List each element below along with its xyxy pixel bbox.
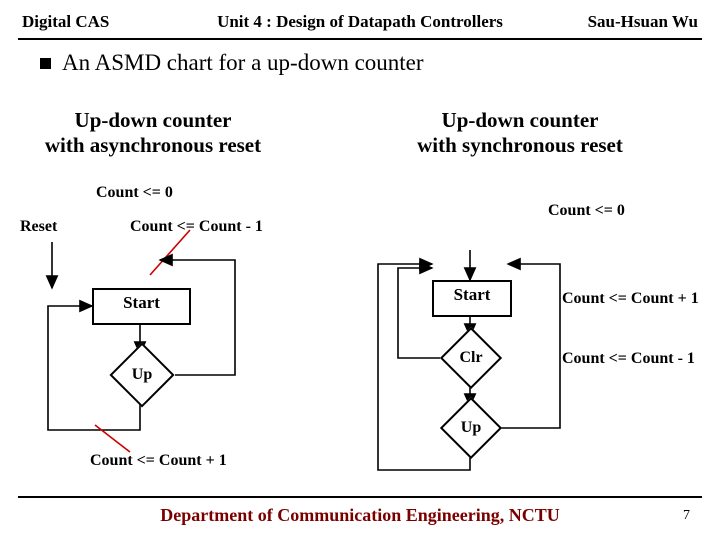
- label-count-zero-right: Count <= 0: [548, 202, 625, 220]
- diamond-up-left-label: Up: [132, 366, 152, 384]
- header-right: Sau-Hsuan Wu: [588, 12, 698, 32]
- label-count-minus-1-left: Count <= Count - 1: [130, 218, 263, 236]
- box-start-left: Start: [92, 288, 191, 325]
- footer-dept: Department of Communication Engineering,…: [0, 505, 720, 526]
- label-count-zero-left: Count <= 0: [96, 184, 173, 202]
- label-count-minus-1-right: Count <= Count - 1: [562, 350, 695, 368]
- bullet-icon: [40, 58, 51, 69]
- header-rule: [18, 38, 702, 40]
- subtitle-left: Up-down counterwith asynchronous reset: [38, 108, 268, 158]
- bullet-text: An ASMD chart for a up-down counter: [62, 50, 424, 76]
- diamond-up-right-label: Up: [461, 419, 481, 437]
- diamond-clr-right: Clr: [440, 327, 502, 389]
- subtitle-right: Up-down counterwith synchronous reset: [390, 108, 650, 158]
- diamond-up-left: Up: [109, 342, 174, 407]
- diamond-clr-right-label: Clr: [459, 349, 482, 367]
- label-count-plus-1-right: Count <= Count + 1: [562, 290, 699, 308]
- box-start-right: Start: [432, 280, 512, 317]
- label-reset: Reset: [20, 218, 57, 236]
- footer-rule: [18, 496, 702, 498]
- label-count-plus-1-left: Count <= Count + 1: [90, 452, 227, 470]
- page-number: 7: [683, 508, 690, 524]
- diamond-up-right: Up: [440, 397, 502, 459]
